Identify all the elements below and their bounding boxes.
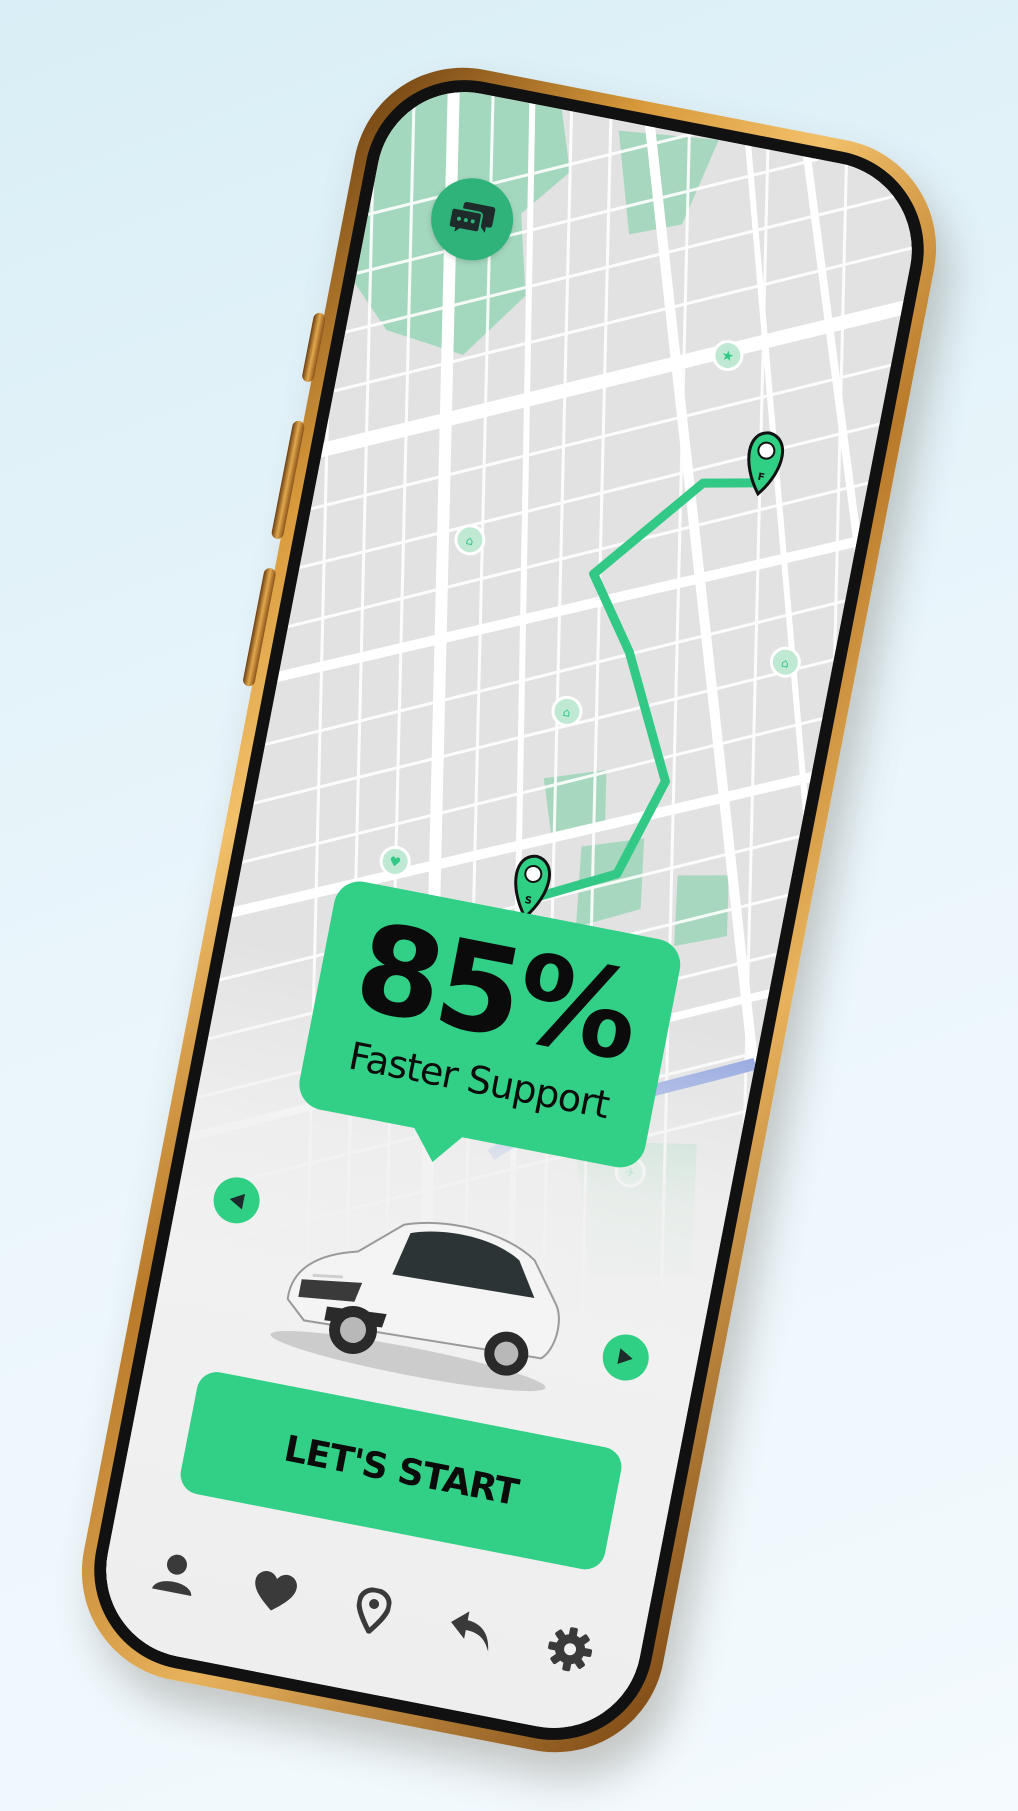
triangle-right-icon: [617, 1348, 633, 1365]
back-arrow-icon: [451, 1611, 489, 1652]
heart-icon: [254, 1570, 297, 1611]
location-pin-icon: [356, 1587, 392, 1636]
phone-side-button: [301, 311, 327, 383]
phone-screen: ★ ⌂ ⌂ ⌂ ♥ ★ ✈: [91, 76, 927, 1744]
chat-bubbles-icon: [447, 202, 496, 237]
nav-location[interactable]: [335, 1573, 410, 1648]
nav-favorites[interactable]: [237, 1554, 312, 1629]
nav-profile[interactable]: [138, 1535, 213, 1610]
nav-settings[interactable]: [532, 1612, 607, 1687]
gear-icon: [547, 1627, 592, 1672]
user-icon: [152, 1554, 192, 1597]
triangle-left-icon: [229, 1193, 245, 1210]
phone-frame: ★ ⌂ ⌂ ⌂ ♥ ★ ✈: [62, 48, 956, 1772]
nav-back[interactable]: [434, 1593, 509, 1668]
background: ★ ⌂ ⌂ ⌂ ♥ ★ ✈: [0, 0, 1018, 1811]
